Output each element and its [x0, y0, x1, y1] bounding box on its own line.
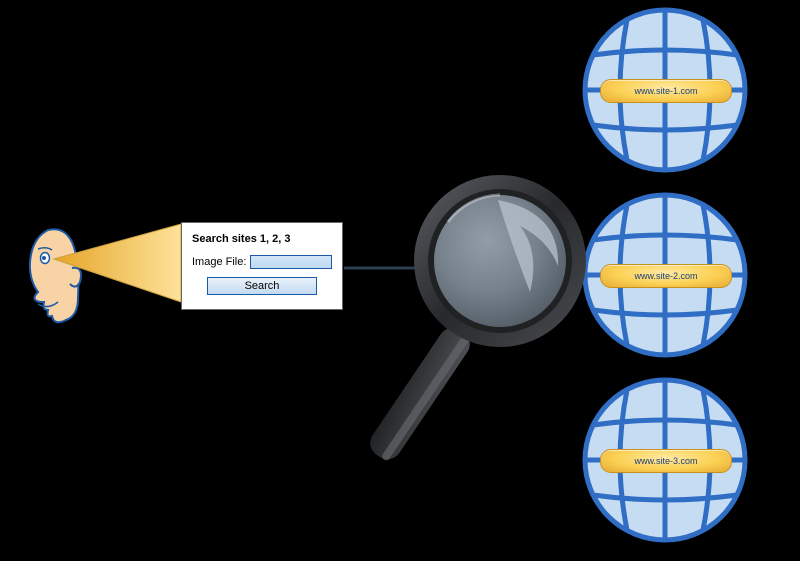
image-file-label: Image File: — [192, 256, 246, 268]
image-file-input[interactable] — [250, 255, 332, 269]
site-2-url-pill: www.site-2.com — [600, 264, 732, 288]
search-form: Search sites 1, 2, 3 Image File: Search — [181, 222, 343, 310]
search-button[interactable]: Search — [207, 277, 317, 295]
image-file-row: Image File: — [192, 255, 332, 269]
diagram-stage: Search sites 1, 2, 3 Image File: Search … — [0, 0, 800, 561]
user-head-icon — [30, 229, 81, 322]
site-3-url-pill: www.site-3.com — [600, 449, 732, 473]
site-1-url-pill: www.site-1.com — [600, 79, 732, 103]
magnifying-glass-icon — [365, 175, 586, 465]
search-form-title: Search sites 1, 2, 3 — [192, 233, 332, 245]
